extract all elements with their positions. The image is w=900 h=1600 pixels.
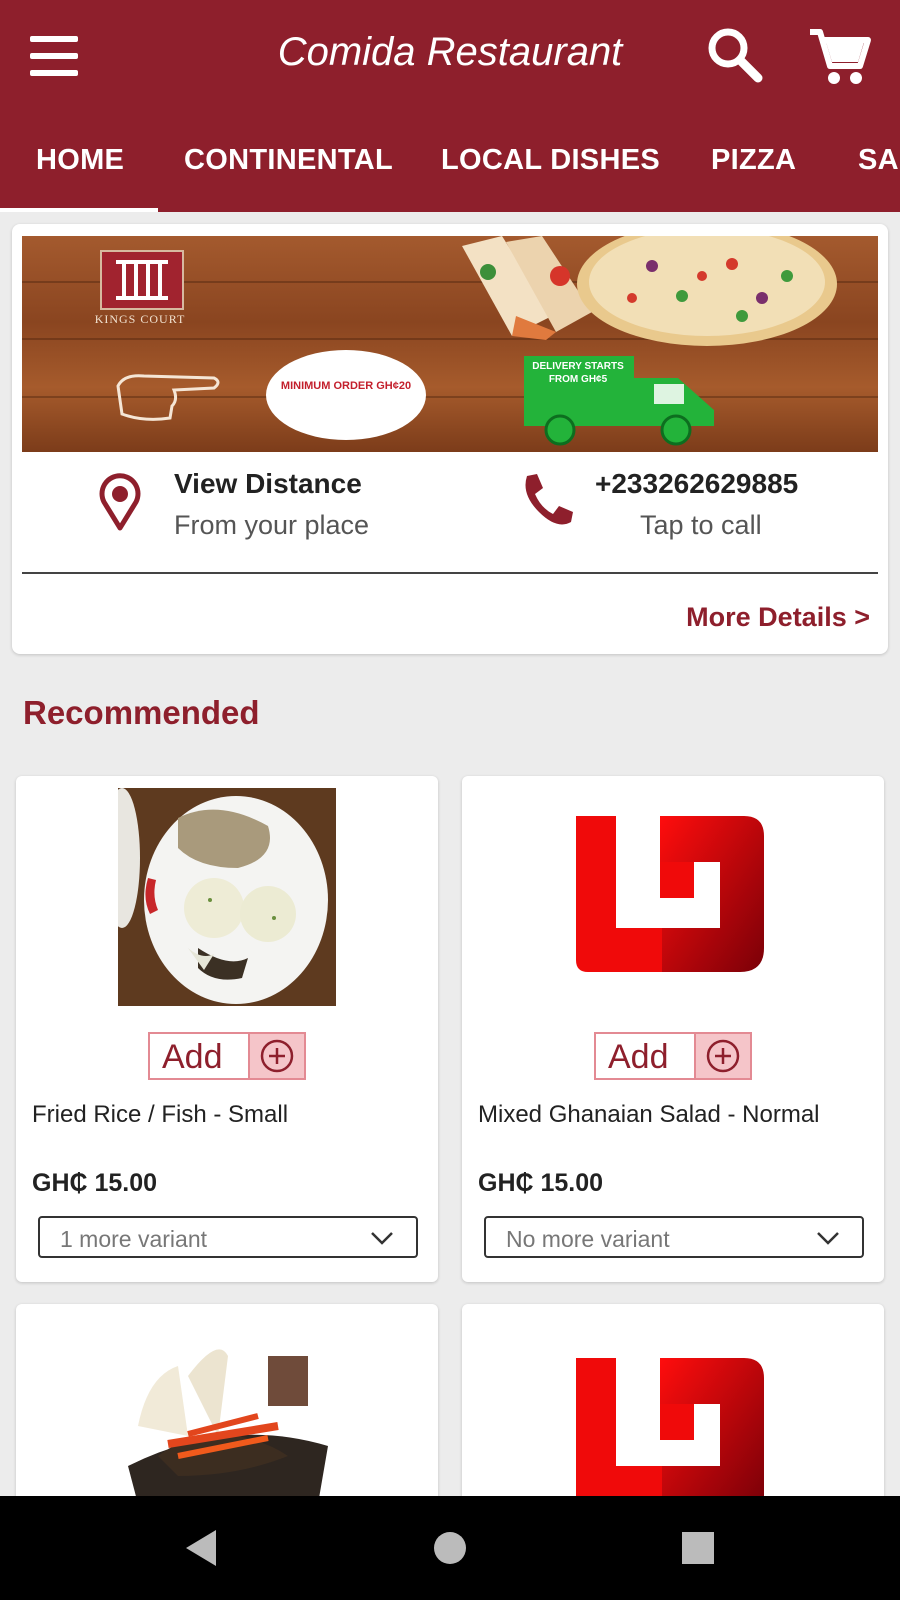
kings-court-logo: [100, 250, 184, 310]
product-image: [118, 788, 336, 1006]
placeholder-logo-image: [564, 1316, 782, 1504]
tab-home[interactable]: HOME: [36, 144, 124, 177]
search-icon[interactable]: [702, 22, 768, 88]
distance-title: View Distance: [174, 468, 362, 499]
system-navigation-bar: [0, 1496, 900, 1600]
product-card[interactable]: [462, 1304, 884, 1504]
product-card[interactable]: Add Fried Rice / Fish - Small GH₵ 15.00 …: [16, 776, 438, 1282]
variant-dropdown[interactable]: No more variant: [484, 1216, 864, 1258]
restaurant-info-card: KINGS COURT MINIMUM ORDER GH¢20 DELIVERY…: [12, 224, 888, 654]
home-icon[interactable]: [420, 1520, 480, 1576]
product-price: GH₵ 15.00: [478, 1169, 604, 1197]
toolbar: Comida Restaurant: [0, 0, 900, 118]
minimum-order-badge: MINIMUM ORDER GH¢20: [266, 350, 426, 440]
app-bar: Comida Restaurant HOME CONTINENTAL LOCAL…: [0, 0, 900, 212]
more-details-link[interactable]: More Details >: [686, 602, 870, 633]
add-circle-icon: [248, 1034, 304, 1078]
call-button[interactable]: +233262629885 Tap to call: [517, 464, 857, 554]
section-title-recommended: Recommended: [23, 694, 260, 731]
tab-sa[interactable]: SA: [858, 144, 899, 177]
page-title: Comida Restaurant: [277, 30, 623, 74]
chevron-down-icon: [817, 1232, 839, 1245]
promo-banner[interactable]: KINGS COURT MINIMUM ORDER GH¢20 DELIVERY…: [22, 236, 878, 452]
back-icon[interactable]: [172, 1520, 232, 1576]
hamburger-menu-icon[interactable]: [22, 28, 86, 84]
phone-icon: [525, 474, 573, 525]
cart-icon[interactable]: [806, 22, 872, 88]
product-card[interactable]: Add Mixed Ghanaian Salad - Normal GH₵ 15…: [462, 776, 884, 1282]
brand-label: KINGS COURT: [94, 312, 186, 326]
product-price: GH₵ 15.00: [32, 1169, 158, 1197]
add-button[interactable]: Add: [594, 1032, 752, 1080]
divider: [22, 572, 878, 574]
product-card[interactable]: [16, 1304, 438, 1504]
phone-subtitle: Tap to call: [640, 510, 762, 540]
pointing-hand-icon: [116, 374, 220, 421]
add-circle-icon: [694, 1034, 750, 1078]
food-illustration: [462, 236, 837, 346]
placeholder-logo-image: [564, 788, 782, 1006]
chevron-down-icon: [371, 1232, 393, 1245]
add-button[interactable]: Add: [148, 1032, 306, 1080]
category-tabs: HOME CONTINENTAL LOCAL DISHES PIZZA SA: [0, 118, 900, 212]
phone-number: +233262629885: [595, 468, 799, 499]
tab-pizza[interactable]: PIZZA: [711, 144, 796, 177]
product-name: Fried Rice / Fish - Small: [32, 1101, 289, 1128]
distance-subtitle: From your place: [174, 510, 370, 540]
location-pin-icon: [99, 473, 141, 531]
active-tab-indicator: [0, 208, 158, 212]
product-image: [118, 1316, 336, 1504]
tab-local-dishes[interactable]: LOCAL DISHES: [441, 144, 660, 177]
recents-icon[interactable]: [668, 1520, 728, 1576]
variant-dropdown[interactable]: 1 more variant: [38, 1216, 418, 1258]
delivery-label: DELIVERY STARTS FROM GH¢5: [532, 361, 624, 385]
tab-continental[interactable]: CONTINENTAL: [184, 144, 393, 177]
product-name: Mixed Ghanaian Salad - Normal: [478, 1101, 820, 1128]
view-distance-button[interactable]: View Distance From your place: [92, 464, 422, 554]
